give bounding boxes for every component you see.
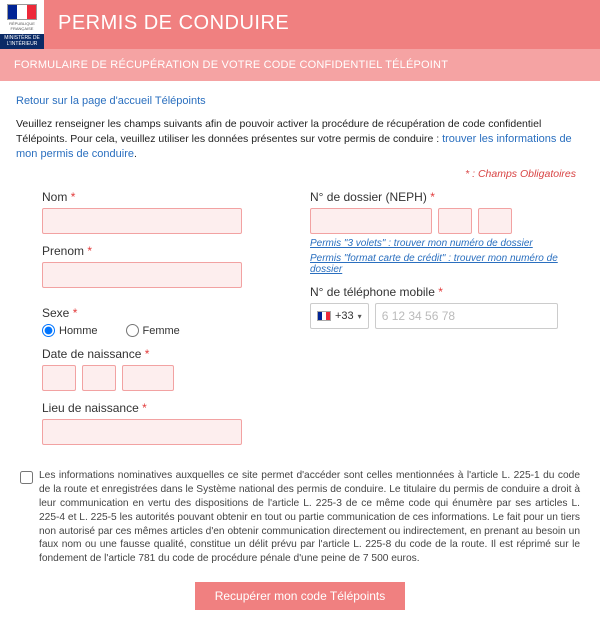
chevron-down-icon: ▾ <box>358 312 362 321</box>
lieu-input[interactable] <box>42 419 242 445</box>
left-column: Nom * Prenom * Sexe * Homme Femme Date d… <box>42 190 290 455</box>
radio-homme[interactable]: Homme <box>42 324 98 337</box>
page-subtitle: FORMULAIRE DE RÉCUPÉRATION DE VOTRE CODE… <box>0 49 600 81</box>
dossier-carte-link[interactable]: Permis "format carte de crédit" : trouve… <box>310 253 558 275</box>
phone-input[interactable] <box>375 303 558 329</box>
nom-input[interactable] <box>42 208 242 234</box>
logo-subtext: RÉPUBLIQUE FRANÇAISE <box>0 21 44 31</box>
sexe-label: Sexe * <box>42 306 290 320</box>
radio-homme-input[interactable] <box>42 324 55 337</box>
phone-country-selector[interactable]: +33 ▾ <box>310 303 369 329</box>
lieu-label: Lieu de naissance * <box>42 401 290 415</box>
content-area: Retour sur la page d'accueil Télépoints … <box>0 81 600 622</box>
dob-year-input[interactable] <box>122 365 174 391</box>
ministry-label: MINISTÈRE DE L'INTÉRIEUR <box>0 34 44 49</box>
required-note: * : Champs Obligatoires <box>16 168 576 180</box>
legal-text: Les informations nominatives auxquelles … <box>39 469 580 565</box>
dob-day-input[interactable] <box>42 365 76 391</box>
legal-consent: Les informations nominatives auxquelles … <box>20 469 580 565</box>
flag-icon <box>317 311 331 321</box>
neph-input-2[interactable] <box>438 208 472 234</box>
submit-button[interactable]: Recupérer mon code Télépoints <box>195 582 406 610</box>
neph-label: N° de dossier (NEPH) * <box>310 190 558 204</box>
header-bar: RÉPUBLIQUE FRANÇAISE MINISTÈRE DE L'INTÉ… <box>0 0 600 49</box>
dossier-3volets-link[interactable]: Permis "3 volets" : trouver mon numéro d… <box>310 238 558 249</box>
neph-input-1[interactable] <box>310 208 432 234</box>
phone-label: N° de téléphone mobile * <box>310 285 558 299</box>
radio-femme[interactable]: Femme <box>126 324 180 337</box>
legal-checkbox[interactable] <box>20 471 33 484</box>
prenom-input[interactable] <box>42 262 242 288</box>
phone-code-value: +33 <box>335 310 354 322</box>
logo-block: RÉPUBLIQUE FRANÇAISE MINISTÈRE DE L'INTÉ… <box>0 0 44 49</box>
page-title: PERMIS DE CONDUIRE <box>44 0 600 49</box>
intro-text: Veuillez renseigner les champs suivants … <box>16 117 584 162</box>
back-link[interactable]: Retour sur la page d'accueil Télépoints <box>16 95 206 107</box>
prenom-label: Prenom * <box>42 244 290 258</box>
dob-label: Date de naissance * <box>42 347 290 361</box>
neph-input-3[interactable] <box>478 208 512 234</box>
form-area: Nom * Prenom * Sexe * Homme Femme Date d… <box>16 190 584 455</box>
flag-icon <box>7 4 37 20</box>
dob-month-input[interactable] <box>82 365 116 391</box>
nom-label: Nom * <box>42 190 290 204</box>
radio-femme-input[interactable] <box>126 324 139 337</box>
right-column: N° de dossier (NEPH) * Permis "3 volets"… <box>310 190 558 455</box>
